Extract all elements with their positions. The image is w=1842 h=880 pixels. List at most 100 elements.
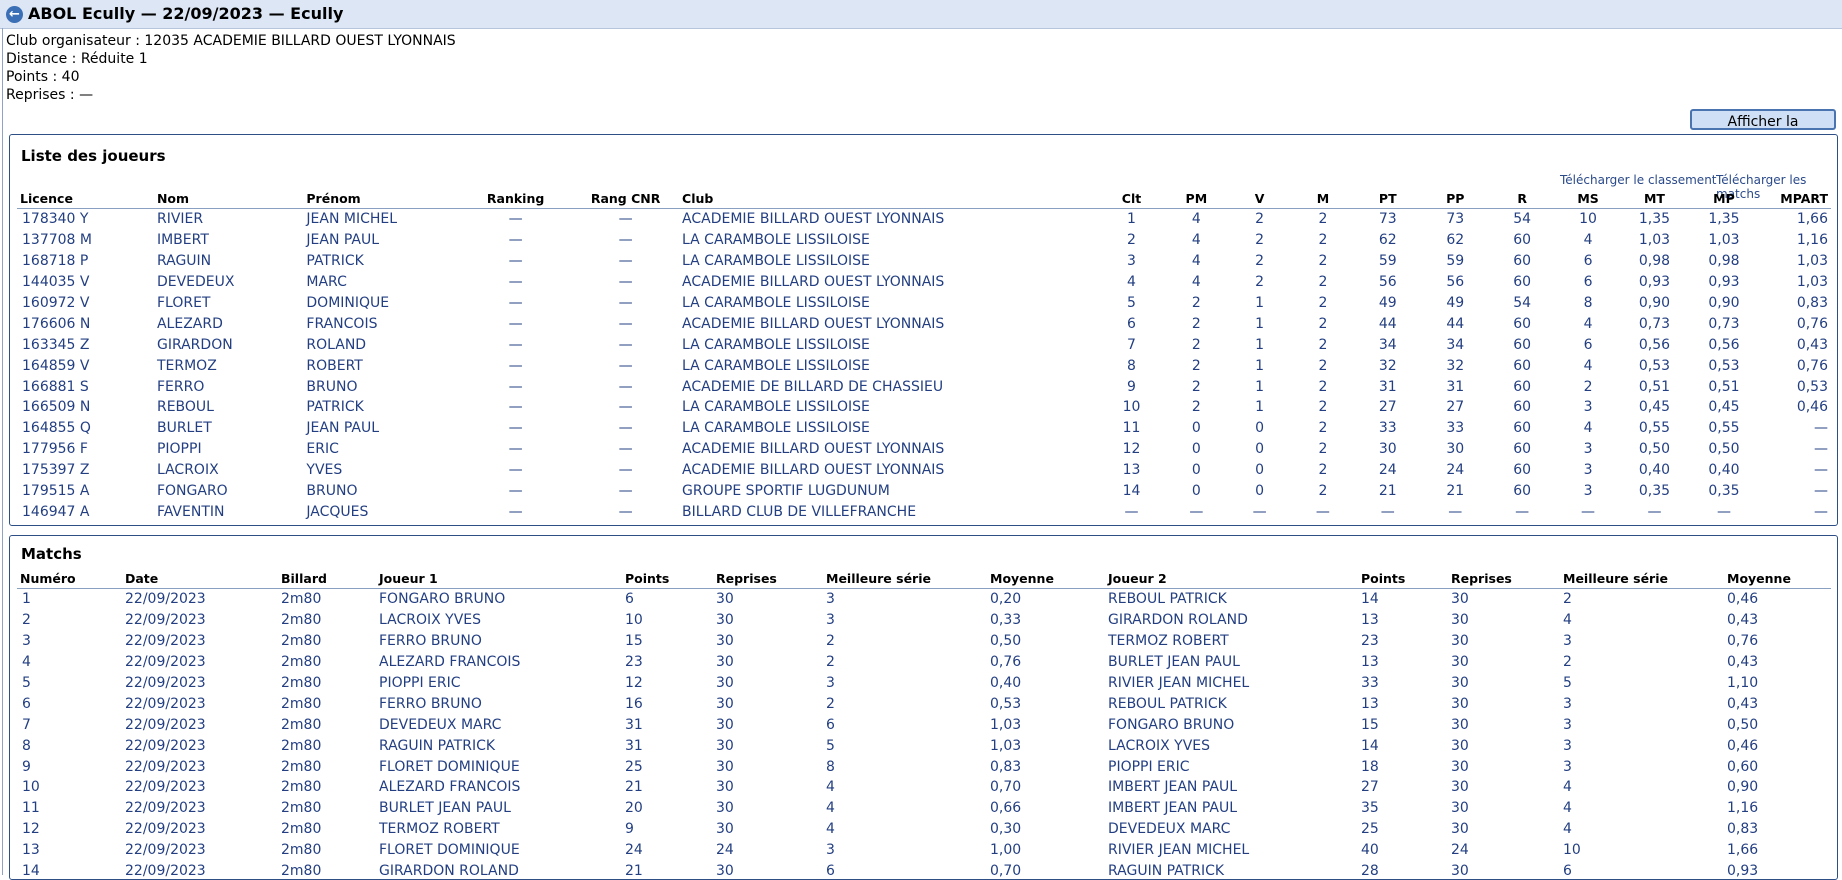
arrow-left-icon[interactable]: ←	[6, 6, 23, 23]
matches-col-reprises[interactable]: Reprises	[1448, 569, 1560, 589]
players-col-pr-nom[interactable]: Prénom	[303, 189, 460, 209]
match-row-cell: 30	[716, 654, 734, 671]
match-row[interactable]: 5 22/09/2023 2m80 PIOPPI ERIC 12 30 3 0,40 RIVIE…	[17, 673, 1831, 694]
match-row[interactable]: 2 22/09/2023 2m80 LACROIX YVES 10 30 3 0,33 GIRA…	[17, 610, 1831, 631]
players-col-nom[interactable]: Nom	[153, 189, 304, 209]
player-row[interactable]: 176606 N ALEZARD FRANCOIS — — ACADEMIE BILLAR…	[17, 313, 1831, 334]
matches-col-points[interactable]: Points	[1358, 569, 1448, 589]
match-row-cell: 12	[22, 821, 40, 838]
player-row[interactable]: 146947 A FAVENTIN JACQUES — — BILLARD CLUB DE…	[17, 501, 1831, 522]
match-row-cell: 30	[716, 800, 734, 817]
match-row[interactable]: 4 22/09/2023 2m80 ALEZARD FRANCOIS 23 30 2 0,76…	[17, 652, 1831, 673]
player-row-cell: 54	[1513, 295, 1532, 311]
players-col-mt[interactable]: MT	[1621, 189, 1688, 209]
players-col-club[interactable]: Club	[679, 189, 1099, 209]
match-row-cell: 30	[716, 633, 734, 650]
afficher-synthese-button[interactable]: Afficher la synthèse	[1690, 109, 1836, 150]
match-row[interactable]: 7 22/09/2023 2m80 DEVEDEUX MARC 31 30 6 1,03 FON…	[17, 714, 1831, 735]
player-row-cell: 168718 P	[22, 253, 89, 270]
player-row-cell: 179515 A	[22, 483, 90, 500]
player-row-cell: 2	[1255, 274, 1265, 291]
players-col-licence[interactable]: Licence	[17, 189, 154, 209]
match-row-cell: 0,43	[1727, 612, 1759, 629]
matches-col-joueur-1[interactable]: Joueur 1	[376, 569, 622, 589]
matches-col-moyenne[interactable]: Moyenne	[1724, 569, 1831, 589]
match-row-cell: 3	[1563, 737, 1572, 754]
player-row[interactable]: 166509 N REBOUL PATRICK — — LA CARAMBOLE LISS…	[17, 397, 1831, 418]
match-row-cell: 30	[1451, 800, 1469, 817]
match-row[interactable]: 9 22/09/2023 2m80 FLORET DOMINIQUE 25 30 8 0,83…	[17, 756, 1831, 777]
player-row[interactable]: 166881 S FERRO BRUNO — — ACADEMIE DE BILLARD …	[17, 376, 1831, 397]
players-col-mp[interactable]: MP	[1687, 189, 1761, 209]
player-row[interactable]: 179515 A FONGARO BRUNO — — GROUPE SPORTIF LUG…	[17, 481, 1831, 502]
matches-col-meilleure-s-rie[interactable]: Meilleure série	[1560, 569, 1724, 589]
player-row-cell: 144035 V	[22, 274, 90, 291]
player-row-cell: 0,35	[1638, 483, 1671, 500]
match-row-cell: RAGUIN PATRICK	[379, 737, 496, 754]
players-col-pm[interactable]: PM	[1164, 189, 1228, 209]
player-row[interactable]: 163345 Z GIRARDON ROLAND — — LA CARAMBOLE LIS…	[17, 334, 1831, 355]
player-row-cell: LA CARAMBOLE LISSILOISE	[682, 295, 870, 311]
players-col-rang-cnr[interactable]: Rang CNR	[572, 189, 680, 209]
player-row[interactable]: 168718 P RAGUIN PATRICK — — LA CARAMBOLE LISS…	[17, 251, 1831, 272]
match-row-cell: 30	[1451, 591, 1469, 608]
player-row-cell: —	[1814, 420, 1828, 437]
match-row-cell: 24	[625, 842, 643, 859]
player-row-cell: 4	[1583, 420, 1593, 437]
player-row-cell: 0,50	[1638, 441, 1671, 458]
player-row-cell: 0	[1255, 420, 1265, 437]
match-row-cell: 30	[1451, 675, 1469, 691]
match-row[interactable]: 13 22/09/2023 2m80 FLORET DOMINIQUE 24 24 3 1,0…	[17, 840, 1831, 861]
match-row-cell: 4	[1563, 800, 1572, 817]
players-col-ranking[interactable]: Ranking	[459, 189, 573, 209]
player-row-cell: —	[1647, 503, 1662, 520]
players-col-r[interactable]: R	[1489, 189, 1555, 209]
match-row-cell: 0,60	[1727, 758, 1759, 775]
players-col-mpart[interactable]: MPART	[1760, 189, 1831, 209]
player-row-cell: 60	[1513, 253, 1532, 270]
player-row[interactable]: 164859 V TERMOZ ROBERT — — LA CARAMBOLE LISSI…	[17, 355, 1831, 376]
matches-col-num-ro[interactable]: Numéro	[17, 569, 122, 589]
download-ranking-link[interactable]: Télécharger le classement	[1560, 173, 1717, 187]
player-row-cell: 2	[1318, 378, 1328, 395]
matches-col-meilleure-s-rie[interactable]: Meilleure série	[823, 569, 987, 589]
player-row-cell: 0,53	[1796, 378, 1828, 395]
match-row[interactable]: 12 22/09/2023 2m80 TERMOZ ROBERT 9 30 4 0,30 DEV…	[17, 819, 1831, 840]
matches-col-moyenne[interactable]: Moyenne	[987, 569, 1105, 589]
player-row-cell: 10	[1122, 399, 1141, 416]
player-row[interactable]: 178340 Y RIVIER JEAN MICHEL — — ACADEMIE BILL…	[17, 209, 1831, 230]
player-row[interactable]: 164855 Q BURLET JEAN PAUL — — LA CARAMBOLE LI…	[17, 418, 1831, 439]
players-col-v[interactable]: V	[1227, 189, 1292, 209]
player-row[interactable]: 177956 F PIOPPI ERIC — — ACADEMIE BILLARD OUE…	[17, 439, 1831, 460]
match-row[interactable]: 1 22/09/2023 2m80 FONGARO BRUNO 6 30 3 0,20 REBO…	[17, 589, 1831, 610]
match-row[interactable]: 11 22/09/2023 2m80 BURLET JEAN PAUL 20 30 4 0,6…	[17, 798, 1831, 819]
match-row-cell: 2m80	[281, 863, 322, 880]
player-row-cell: 6	[1583, 274, 1593, 291]
matches-col-joueur-2[interactable]: Joueur 2	[1105, 569, 1358, 589]
players-header-row: Licence Nom Prénom Ranking Rang CNR Club Clt PM…	[17, 189, 1831, 209]
player-row[interactable]: 160972 V FLORET DOMINIQUE — — LA CARAMBOLE LI…	[17, 293, 1831, 314]
player-row-cell: 0,55	[1638, 420, 1671, 437]
player-row-cell: LA CARAMBOLE LISSILOISE	[682, 232, 870, 249]
matches-col-billard[interactable]: Billard	[278, 569, 376, 589]
match-row-cell: 22/09/2023	[125, 863, 206, 880]
players-col-clt[interactable]: Clt	[1098, 189, 1165, 209]
match-row[interactable]: 8 22/09/2023 2m80 RAGUIN PATRICK 31 30 5 1,03 LA…	[17, 735, 1831, 756]
match-row-cell: DEVEDEUX MARC	[1108, 821, 1231, 838]
match-row[interactable]: 10 22/09/2023 2m80 ALEZARD FRANCOIS 21 30 4 0,7…	[17, 777, 1831, 798]
player-row[interactable]: 144035 V DEVEDEUX MARC — — ACADEMIE BILLARD O…	[17, 272, 1831, 293]
match-row[interactable]: 3 22/09/2023 2m80 FERRO BRUNO 15 30 2 0,50 TERMO…	[17, 631, 1831, 652]
players-col-ms[interactable]: MS	[1554, 189, 1622, 209]
matches-col-date[interactable]: Date	[122, 569, 278, 589]
match-row[interactable]: 14 22/09/2023 2m80 GIRARDON ROLAND 21 30 6 0,70…	[17, 861, 1831, 880]
player-row[interactable]: 175397 Z LACROIX YVES — — ACADEMIE BILLARD OU…	[17, 460, 1831, 481]
match-row[interactable]: 6 22/09/2023 2m80 FERRO BRUNO 16 30 2 0,53 REBOU…	[17, 693, 1831, 714]
matches-col-points[interactable]: Points	[622, 569, 713, 589]
players-col-pt[interactable]: PT	[1354, 189, 1421, 209]
match-row-cell: 4	[22, 654, 31, 671]
player-row-cell: 49	[1446, 295, 1465, 311]
players-col-pp[interactable]: PP	[1420, 189, 1490, 209]
matches-col-reprises[interactable]: Reprises	[713, 569, 823, 589]
players-col-m[interactable]: M	[1291, 189, 1355, 209]
player-row[interactable]: 137708 M IMBERT JEAN PAUL — — LA CARAMBOLE LI…	[17, 230, 1831, 251]
